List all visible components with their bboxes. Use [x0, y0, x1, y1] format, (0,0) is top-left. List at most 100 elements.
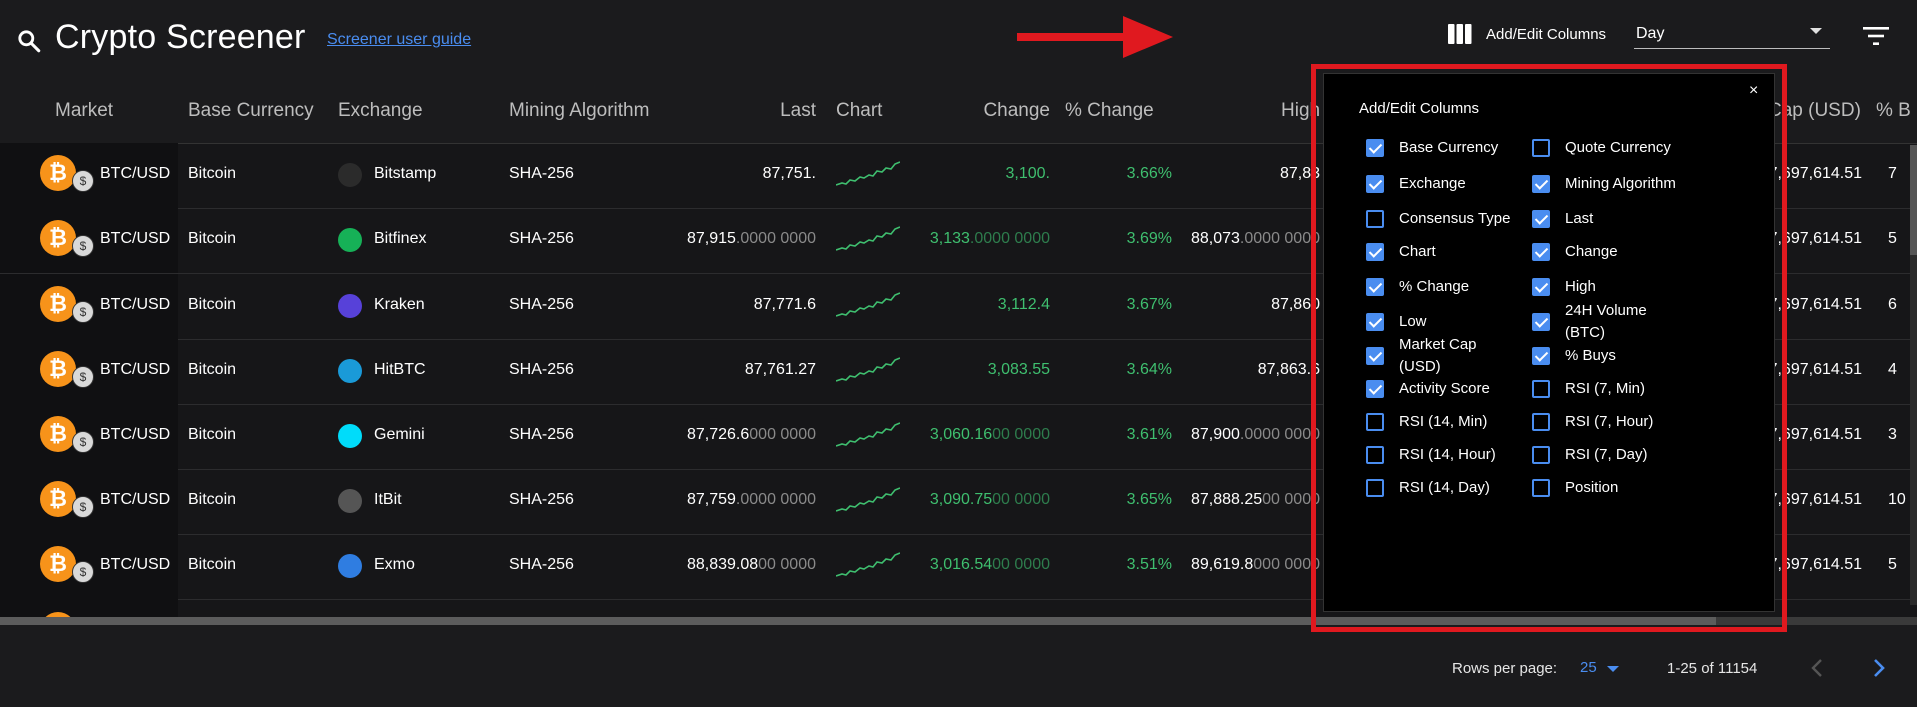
- checkbox[interactable]: [1366, 413, 1384, 431]
- exchange-logo-icon: [338, 554, 362, 578]
- add-edit-columns-label: Add/Edit Columns: [1486, 25, 1607, 43]
- checkbox[interactable]: [1366, 313, 1384, 331]
- column-option-rsi-7-day[interactable]: RSI (7, Day): [1532, 441, 1680, 469]
- base-currency-cell: Bitcoin: [188, 230, 237, 247]
- column-option-rsi-7-hour[interactable]: RSI (7, Hour): [1532, 408, 1680, 436]
- filter-icon[interactable]: [1863, 26, 1889, 46]
- column-option-label: High: [1565, 278, 1596, 295]
- bitcoin-icon: ₿: [40, 155, 76, 191]
- column-header-market-cap[interactable]: Cap (USD): [1768, 100, 1861, 122]
- bitcoin-icon: ₿: [40, 481, 76, 517]
- checkbox[interactable]: [1366, 479, 1384, 497]
- last-cell: 88,839.0800 0000: [686, 556, 816, 573]
- chevron-down-icon[interactable]: [1607, 666, 1619, 672]
- checkbox[interactable]: [1366, 380, 1384, 398]
- change-cell: 3,060.1600 0000: [929, 426, 1050, 443]
- checkbox[interactable]: [1366, 446, 1384, 464]
- column-option-label: Chart: [1399, 243, 1436, 260]
- column-option-mining-algorithm[interactable]: Mining Algorithm: [1532, 170, 1680, 198]
- checkbox[interactable]: [1532, 175, 1550, 193]
- base-currency-cell: Bitcoin: [188, 556, 237, 573]
- checkbox[interactable]: [1532, 446, 1550, 464]
- chevron-left-icon[interactable]: [1808, 656, 1828, 680]
- column-option-exchange[interactable]: Exchange: [1366, 170, 1514, 198]
- base-currency-cell: Bitcoin: [188, 491, 237, 508]
- column-header-last[interactable]: Last: [716, 100, 816, 122]
- exchange-cell: Bitstamp: [374, 165, 437, 182]
- bitcoin-icon: ₿: [40, 416, 76, 452]
- checkbox[interactable]: [1532, 413, 1550, 431]
- column-header-change[interactable]: Change: [930, 100, 1050, 122]
- column-option-base-currency[interactable]: Base Currency: [1366, 134, 1514, 162]
- add-edit-columns-button[interactable]: Add/Edit Columns: [1448, 24, 1606, 44]
- column-header-pct-buys[interactable]: % B: [1876, 100, 1911, 122]
- checkbox[interactable]: [1366, 278, 1384, 296]
- column-header-market[interactable]: Market: [55, 100, 113, 122]
- sparkline-chart: [836, 357, 900, 382]
- mining-algorithm-cell: SHA-256: [509, 556, 574, 573]
- exchange-cell: ItBit: [374, 491, 402, 508]
- market-cell: BTC/USD: [100, 361, 171, 378]
- market-cell: BTC/USD: [100, 491, 171, 508]
- usd-coin-icon: $: [72, 431, 94, 453]
- column-option-market-cap-usd[interactable]: Market Cap (USD): [1366, 336, 1514, 375]
- column-option-quote-currency[interactable]: Quote Currency: [1532, 134, 1680, 162]
- column-header-base-currency[interactable]: Base Currency: [188, 100, 314, 122]
- column-option-buys[interactable]: % Buys: [1532, 342, 1680, 370]
- chevron-right-icon[interactable]: [1868, 656, 1888, 680]
- column-option-last[interactable]: Last: [1532, 205, 1680, 233]
- column-header-pct-change[interactable]: % Change: [1065, 100, 1154, 122]
- checkbox[interactable]: [1366, 210, 1384, 228]
- column-option-high[interactable]: High: [1532, 273, 1680, 301]
- pagination-range: 1-25 of 11154: [1667, 660, 1758, 677]
- checkbox[interactable]: [1532, 380, 1550, 398]
- checkbox[interactable]: [1532, 313, 1550, 331]
- column-option-24h-volume-btc[interactable]: 24H Volume (BTC): [1532, 302, 1680, 341]
- pct-buys-cell: 10: [1888, 491, 1906, 508]
- checkbox[interactable]: [1366, 139, 1384, 157]
- rows-per-page-select[interactable]: 25: [1580, 659, 1597, 676]
- checkbox[interactable]: [1532, 210, 1550, 228]
- popup-title: Add/Edit Columns: [1359, 100, 1480, 117]
- usd-coin-icon: $: [72, 301, 94, 323]
- column-option-chart[interactable]: Chart: [1366, 238, 1514, 266]
- search-icon[interactable]: [16, 28, 42, 54]
- column-option-rsi-14-hour[interactable]: RSI (14, Hour): [1366, 441, 1514, 469]
- exchange-logo-icon: [338, 228, 362, 252]
- column-option-change[interactable]: Change: [1532, 238, 1680, 266]
- checkbox[interactable]: [1532, 479, 1550, 497]
- column-option-rsi-14-min[interactable]: RSI (14, Min): [1366, 408, 1514, 436]
- column-option-position[interactable]: Position: [1532, 474, 1680, 502]
- column-option-change[interactable]: % Change: [1366, 273, 1514, 301]
- column-option-label: RSI (7, Day): [1565, 446, 1648, 463]
- usd-coin-icon: $: [72, 496, 94, 518]
- change-cell: 3,083.55: [987, 361, 1050, 378]
- column-option-rsi-7-min[interactable]: RSI (7, Min): [1532, 375, 1680, 403]
- user-guide-link[interactable]: Screener user guide: [327, 31, 471, 49]
- checkbox[interactable]: [1532, 347, 1550, 365]
- checkbox[interactable]: [1532, 243, 1550, 261]
- column-header-high[interactable]: High: [1281, 100, 1320, 122]
- period-select[interactable]: Day: [1634, 20, 1830, 49]
- close-icon[interactable]: ×: [1749, 82, 1758, 100]
- column-option-consensus-type[interactable]: Consensus Type: [1366, 205, 1514, 233]
- checkbox[interactable]: [1366, 175, 1384, 193]
- horizontal-scrollbar-thumb[interactable]: [0, 617, 1716, 625]
- checkbox[interactable]: [1532, 278, 1550, 296]
- usd-coin-icon: $: [72, 170, 94, 192]
- high-cell: 87,83: [1279, 165, 1320, 182]
- add-edit-columns-popup: Add/Edit Columns × Base Currency Quote C…: [1323, 73, 1775, 612]
- checkbox[interactable]: [1366, 347, 1384, 365]
- column-option-label: Position: [1565, 479, 1619, 496]
- column-header-mining-algorithm[interactable]: Mining Algorithm: [509, 100, 649, 122]
- checkbox[interactable]: [1366, 243, 1384, 261]
- column-option-low[interactable]: Low: [1366, 308, 1514, 336]
- market-cell: BTC/USD: [100, 556, 171, 573]
- exchange-cell: Bitfinex: [374, 230, 427, 247]
- column-option-rsi-14-day[interactable]: RSI (14, Day): [1366, 474, 1514, 502]
- column-header-exchange[interactable]: Exchange: [338, 100, 423, 122]
- market-cell: BTC/USD: [100, 296, 171, 313]
- vertical-scrollbar-thumb[interactable]: [1910, 145, 1917, 255]
- checkbox[interactable]: [1532, 139, 1550, 157]
- column-option-activity-score[interactable]: Activity Score: [1366, 375, 1514, 403]
